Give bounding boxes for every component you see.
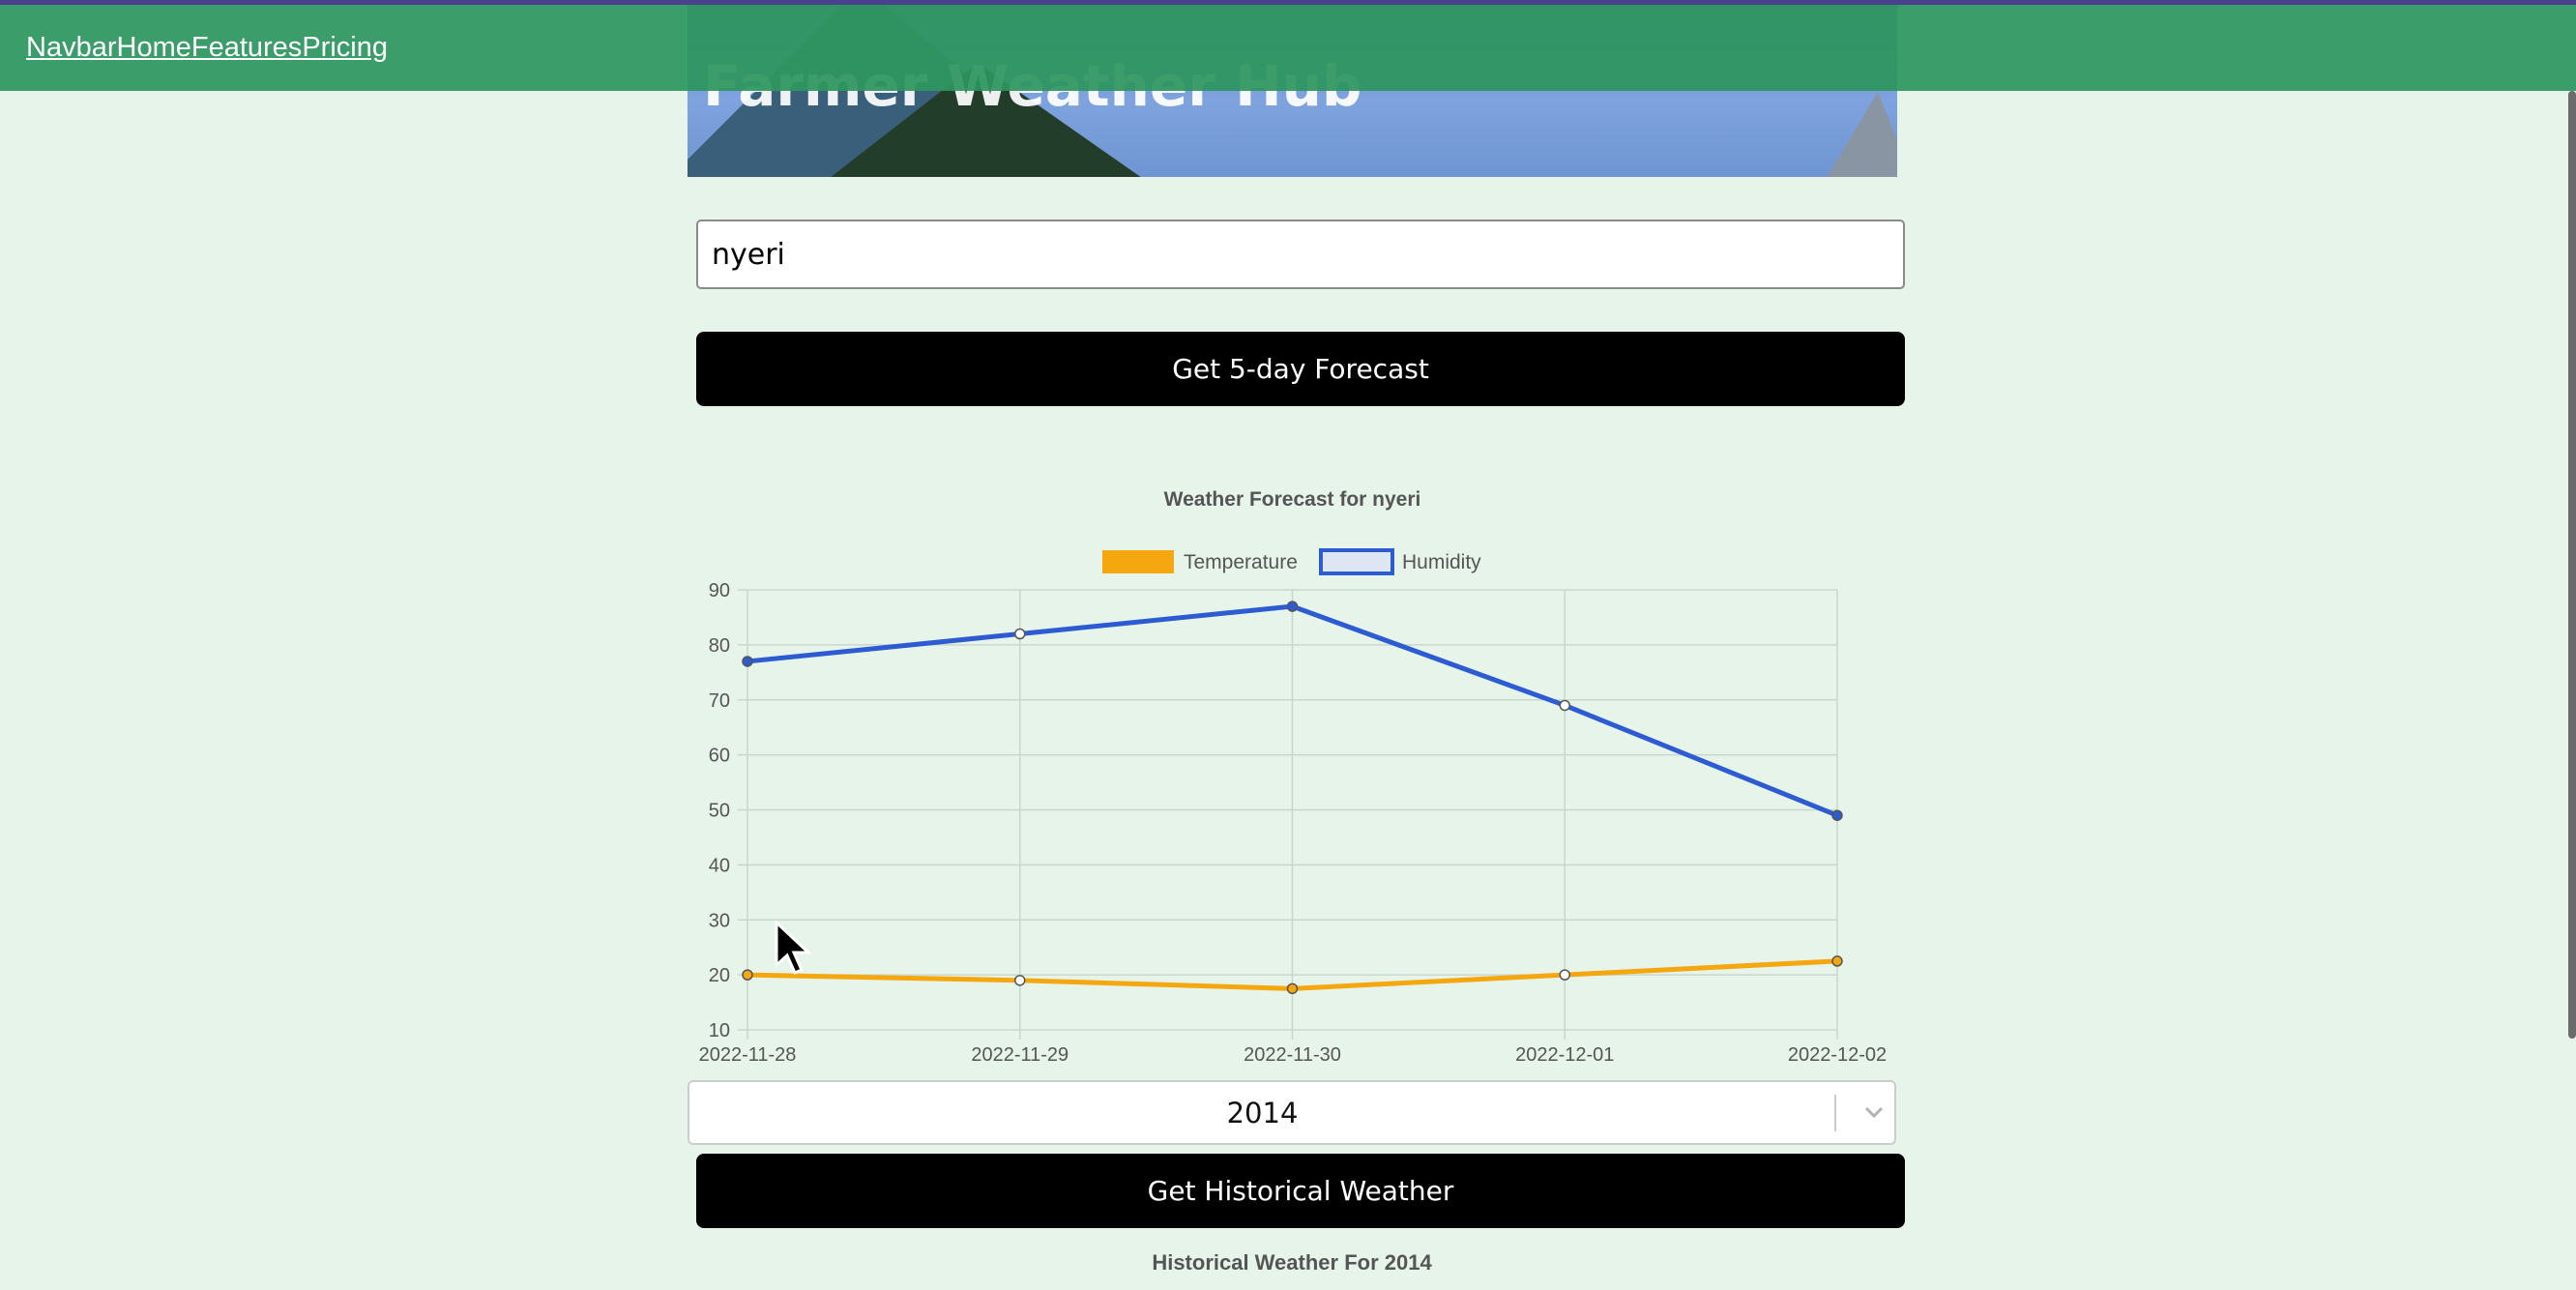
- y-tick-label: 70: [709, 690, 730, 712]
- forecast-chart-svg: Weather Forecast for nyeri Temperature Hum…: [699, 488, 1888, 1066]
- x-tick-label: 2022-12-02: [1788, 1044, 1887, 1066]
- y-tick-label: 20: [709, 965, 730, 986]
- y-tick-label: 50: [709, 801, 730, 822]
- historical-weather-heading: Historical Weather For 2014: [1152, 1250, 1432, 1275]
- y-tick-label: 90: [709, 580, 730, 601]
- data-point-humidity: [1014, 628, 1026, 640]
- data-point-humidity: [1286, 601, 1299, 612]
- page-scrollbar[interactable]: [2568, 91, 2576, 1039]
- legend-swatch-temperature: [1102, 550, 1174, 573]
- y-tick-label: 60: [709, 746, 730, 767]
- nav-links: Navbar Home Features Pricing: [26, 32, 388, 64]
- data-point-temperature: [1559, 969, 1570, 981]
- data-point-humidity: [1559, 699, 1570, 712]
- forecast-chart: Weather Forecast for nyeri Temperature Hum…: [677, 479, 1934, 1078]
- navbar: Navbar Home Features Pricing: [0, 5, 2576, 91]
- legend-label-temperature: Temperature: [1184, 551, 1298, 573]
- nav-link-features[interactable]: Features: [191, 32, 302, 64]
- chart-title: Weather Forecast for nyeri: [1164, 488, 1421, 511]
- select-separator: [1834, 1095, 1836, 1131]
- y-tick-label: 80: [709, 635, 730, 657]
- data-point-humidity: [1831, 809, 1843, 821]
- y-tick-label: 10: [709, 1020, 730, 1041]
- mouse-cursor-icon: [775, 921, 812, 975]
- nav-link-home[interactable]: Home: [117, 32, 191, 64]
- data-point-humidity: [742, 656, 753, 667]
- y-tick-label: 30: [709, 910, 730, 931]
- data-point-temperature: [742, 969, 753, 981]
- nav-link-navbar[interactable]: Navbar: [26, 32, 117, 64]
- data-point-temperature: [1286, 982, 1299, 995]
- hero-mountain-right: [1820, 92, 1897, 177]
- data-point-temperature: [1831, 955, 1843, 967]
- y-tick-label: 40: [709, 855, 730, 876]
- chevron-down-icon[interactable]: [1859, 1098, 1888, 1127]
- x-tick-label: 2022-11-30: [1244, 1044, 1341, 1066]
- x-tick-label: 2022-11-28: [699, 1044, 797, 1066]
- get-forecast-button[interactable]: Get 5-day Forecast: [696, 332, 1905, 406]
- year-select-value: 2014: [1226, 1096, 1299, 1129]
- get-historical-weather-button[interactable]: Get Historical Weather: [696, 1154, 1905, 1228]
- legend-swatch-humidity: [1319, 548, 1394, 575]
- data-point-temperature: [1014, 975, 1026, 986]
- x-tick-label: 2022-12-01: [1515, 1044, 1614, 1066]
- nav-link-pricing[interactable]: Pricing: [302, 32, 388, 64]
- x-tick-label: 2022-11-29: [971, 1044, 1068, 1066]
- year-select[interactable]: 2014: [688, 1080, 1896, 1145]
- legend-label-humidity: Humidity: [1402, 551, 1481, 573]
- city-search-input[interactable]: [696, 220, 1905, 289]
